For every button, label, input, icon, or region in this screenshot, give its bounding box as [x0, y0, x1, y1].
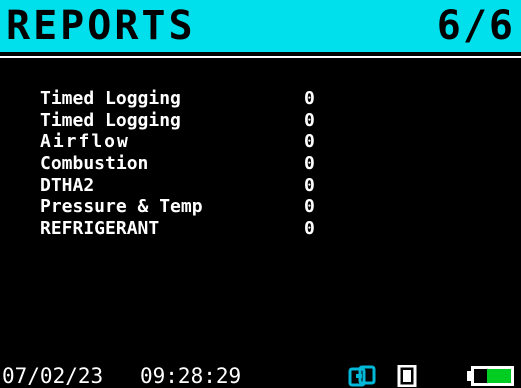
report-count: 0	[304, 196, 315, 218]
report-name: REFRIGERANT	[40, 217, 160, 239]
header-divider	[0, 56, 521, 58]
report-name: Pressure & Temp	[40, 196, 203, 218]
report-count: 0	[304, 153, 315, 175]
report-row-airflow[interactable]: Airflow 0	[40, 131, 315, 153]
report-count: 0	[304, 131, 315, 153]
report-count: 0	[304, 88, 315, 110]
link-icon	[348, 365, 376, 387]
report-count: 0	[304, 217, 315, 239]
reports-screen: REPORTS 6/6 Timed Logging 0 Timed Loggin…	[0, 0, 521, 388]
report-count: 0	[304, 109, 315, 131]
report-row-pressure-temp[interactable]: Pressure & Temp 0	[40, 196, 315, 218]
battery-icon	[467, 366, 514, 386]
report-name: Timed Logging	[40, 88, 181, 110]
status-date: 07/02/23	[2, 364, 104, 388]
report-name: DTHA2	[40, 174, 95, 196]
report-row-timed-logging-2[interactable]: Timed Logging 0	[40, 110, 315, 132]
status-time: 09:28:29	[140, 364, 242, 388]
report-name: Airflow	[40, 131, 130, 153]
report-name: Combustion	[40, 153, 149, 175]
report-name: Timed Logging	[40, 109, 181, 131]
report-row-refrigerant[interactable]: REFRIGERANT 0	[40, 218, 315, 240]
report-list: Timed Logging 0 Timed Logging 0 Airflow …	[40, 88, 315, 239]
memory-card-icon	[397, 365, 417, 387]
report-row-dtha2[interactable]: DTHA2 0	[40, 174, 315, 196]
page-indicator: 6/6	[436, 3, 515, 49]
report-count: 0	[304, 174, 315, 196]
battery-fill	[487, 369, 511, 383]
page-title: REPORTS	[6, 3, 196, 49]
report-row-combustion[interactable]: Combustion 0	[40, 153, 315, 175]
header-bar: REPORTS 6/6	[0, 0, 521, 52]
report-row-timed-logging-1[interactable]: Timed Logging 0	[40, 88, 315, 110]
